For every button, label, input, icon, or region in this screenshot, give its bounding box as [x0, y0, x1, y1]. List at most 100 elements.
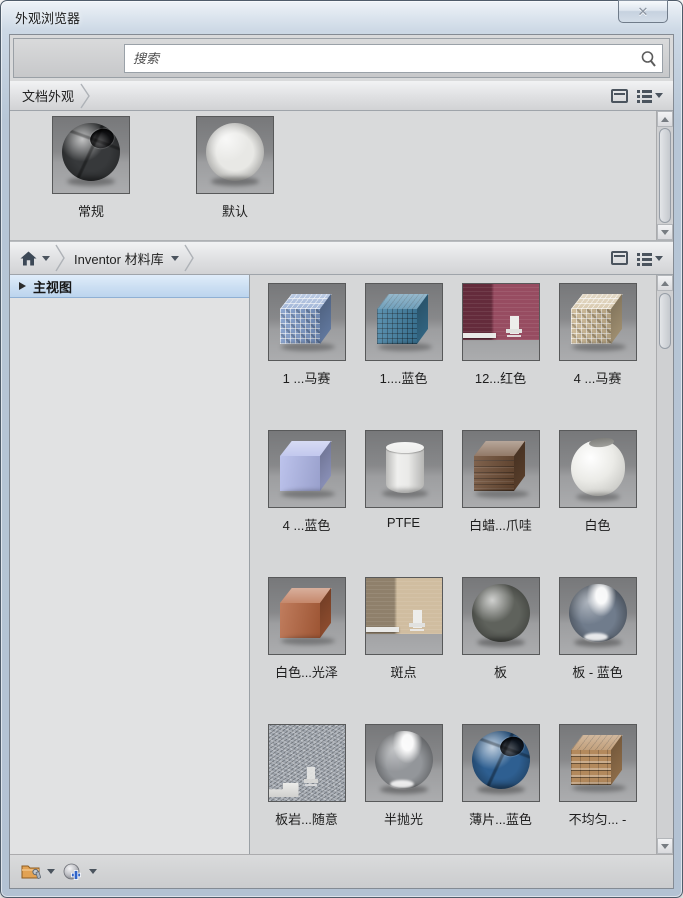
material-tile[interactable]: 白蜡...爪哇: [456, 430, 546, 534]
scroll-track[interactable]: [657, 127, 673, 224]
material-label: 板: [494, 662, 507, 681]
material-tile[interactable]: 板: [456, 577, 546, 681]
doc-panel-scrollbar[interactable]: [656, 111, 673, 240]
scroll-thumb[interactable]: [659, 293, 671, 349]
material-thumbnail: [268, 724, 346, 802]
search-icon[interactable]: [640, 50, 657, 68]
material-tile[interactable]: 12...红色: [456, 283, 546, 387]
library-breadcrumb-label[interactable]: Inventor 材料库: [68, 249, 168, 268]
window-content: 文档外观 常规 默认: [9, 34, 674, 889]
material-tile[interactable]: PTFE: [359, 430, 449, 534]
material-thumbnail: [462, 724, 540, 802]
material-label: 1....蓝色: [380, 368, 428, 387]
chevron-down-icon: [655, 256, 663, 261]
tree-item-main-view[interactable]: 主视图: [10, 275, 249, 298]
view-options-button[interactable]: [637, 89, 663, 102]
material-label: 不均匀... -: [569, 809, 627, 828]
footer-toolbar: [10, 854, 673, 888]
material-label: 4 ...蓝色: [283, 515, 331, 534]
material-label: 4 ...马赛: [574, 368, 622, 387]
appearance-browser-window: 外观浏览器 ✕ 文档外观: [0, 0, 683, 898]
tree-item-label: 主视图: [33, 277, 72, 296]
material-label: 板岩...随意: [275, 809, 338, 828]
material-label: PTFE: [387, 515, 420, 530]
title-bar[interactable]: 外观浏览器 ✕: [9, 1, 674, 34]
arrow-down-icon: [661, 844, 669, 849]
chevron-down-icon: [47, 869, 55, 874]
breadcrumb-chevron-icon: [184, 244, 195, 272]
doc-header-actions: [611, 89, 667, 103]
material-tile[interactable]: 白色...光泽: [262, 577, 352, 681]
close-icon: ✕: [638, 5, 649, 18]
breadcrumb-chevron-icon: [55, 244, 66, 272]
material-label: 白色...光泽: [275, 662, 338, 681]
library-toolbar: Inventor 材料库: [10, 241, 673, 275]
search-row: [10, 35, 673, 81]
arrow-up-icon: [661, 281, 669, 286]
view-options-button[interactable]: [637, 252, 663, 265]
material-thumbnail: [559, 283, 637, 361]
materials-panel: 1 ...马赛 1....蓝色 12...红色 4 ...马赛 4 ...蓝色 …: [250, 275, 673, 854]
chevron-down-icon: [655, 93, 663, 98]
material-thumbnail: [462, 283, 540, 361]
material-tile[interactable]: 4 ...蓝色: [262, 430, 352, 534]
home-dropdown-button[interactable]: [39, 253, 53, 264]
material-tile[interactable]: 薄片...蓝色: [456, 724, 546, 828]
material-tile[interactable]: 半抛光: [359, 724, 449, 828]
material-tile[interactable]: 1 ...马赛: [262, 283, 352, 387]
breadcrumb-chevron-icon: [80, 83, 91, 109]
materials-scrollbar[interactable]: [656, 275, 673, 854]
scroll-track[interactable]: [657, 291, 673, 838]
scroll-up-button[interactable]: [657, 275, 673, 291]
material-tile[interactable]: 不均匀... -: [553, 724, 643, 828]
material-thumbnail: [559, 577, 637, 655]
document-appearances-grid: 常规 默认: [10, 111, 673, 240]
library-dropdown-button[interactable]: [168, 253, 182, 264]
home-button[interactable]: [16, 249, 39, 268]
material-tile[interactable]: 斑点: [359, 577, 449, 681]
chevron-down-icon: [42, 256, 50, 261]
material-thumbnail: [559, 724, 637, 802]
list-view-icon: [637, 252, 652, 265]
material-tile[interactable]: 常规: [46, 116, 136, 220]
search-bar: [13, 38, 670, 78]
material-label: 白色: [584, 515, 610, 534]
preview-pane-icon[interactable]: [611, 89, 628, 103]
material-thumbnail: [462, 577, 540, 655]
material-label: 默认: [222, 201, 248, 220]
materials-grid: 1 ...马赛 1....蓝色 12...红色 4 ...马赛 4 ...蓝色 …: [250, 275, 673, 828]
material-thumbnail: [268, 430, 346, 508]
window-title: 外观浏览器: [9, 8, 80, 27]
material-tile[interactable]: 默认: [190, 116, 280, 220]
document-appearances-header: 文档外观: [10, 81, 673, 111]
material-thumbnail: [365, 724, 443, 802]
add-appearance-button[interactable]: [60, 861, 100, 883]
document-appearances-panel: 常规 默认: [10, 111, 673, 241]
expand-arrow-icon[interactable]: [19, 282, 26, 290]
material-tile[interactable]: 1....蓝色: [359, 283, 449, 387]
material-tile[interactable]: 板 - 蓝色: [553, 577, 643, 681]
preview-pane-icon[interactable]: [611, 251, 628, 265]
chevron-down-icon: [89, 869, 97, 874]
scroll-down-button[interactable]: [657, 224, 673, 240]
document-appearances-tab[interactable]: 文档外观: [16, 86, 78, 105]
material-tile[interactable]: 白色: [553, 430, 643, 534]
add-material-icon: [63, 863, 85, 881]
material-label: 1 ...马赛: [283, 368, 331, 387]
material-tile[interactable]: 板岩...随意: [262, 724, 352, 828]
material-thumbnail: [462, 430, 540, 508]
material-thumbnail: [365, 577, 443, 655]
close-button[interactable]: ✕: [618, 0, 668, 23]
search-field: [124, 44, 663, 73]
library-manage-button[interactable]: [18, 861, 58, 882]
scroll-up-button[interactable]: [657, 111, 673, 127]
scroll-down-button[interactable]: [657, 838, 673, 854]
library-folder-icon: [21, 863, 43, 880]
material-tile[interactable]: 4 ...马赛: [553, 283, 643, 387]
library-toolbar-actions: [611, 251, 667, 265]
scroll-thumb[interactable]: [659, 128, 671, 223]
material-label: 斑点: [390, 662, 416, 681]
chevron-down-icon: [171, 256, 179, 261]
search-input[interactable]: [125, 45, 662, 72]
material-thumbnail: [365, 430, 443, 508]
